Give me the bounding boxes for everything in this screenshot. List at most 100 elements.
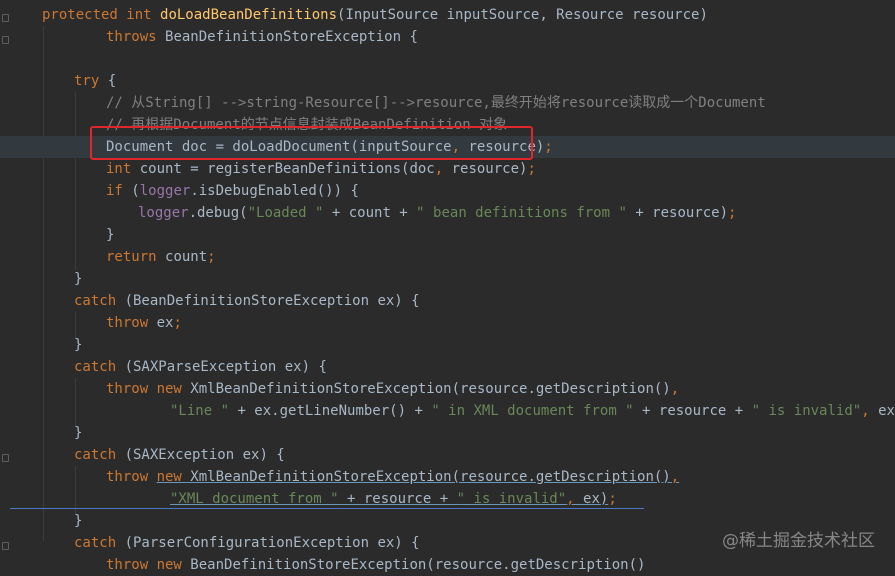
code-token: XmlBeanDefinitionStoreException(resource… (190, 381, 671, 397)
code-token: count (165, 249, 208, 265)
code-token: ; (544, 139, 553, 155)
code-token: catch (74, 359, 125, 375)
code-token: BeanDefinitionStoreException(resource.ge… (190, 557, 646, 573)
code-token: } (74, 513, 83, 529)
code-token: "Line " (170, 403, 230, 419)
code-text: // 从String[] -->string-Resource[]-->reso… (106, 92, 766, 114)
code-line[interactable] (0, 48, 895, 70)
code-token: " is invalid" (456, 491, 567, 507)
code-text: return count; (106, 246, 216, 268)
code-token: catch (74, 535, 125, 551)
code-token: .debug( (188, 205, 248, 221)
code-token: .isDebugEnabled()) { (190, 183, 359, 199)
code-token: logger (139, 183, 191, 199)
code-token: ex (156, 315, 174, 331)
code-line[interactable]: } (0, 224, 895, 246)
code-token: (InputSource inputSource, Resource resou… (337, 7, 708, 23)
code-token: catch (74, 293, 125, 309)
fold-icon[interactable] (2, 14, 9, 22)
code-line[interactable]: throws BeanDefinitionStoreException { (0, 26, 895, 48)
highlight-box (90, 126, 533, 160)
code-line[interactable]: } (0, 422, 895, 444)
code-token: } (74, 425, 83, 441)
fold-icon[interactable] (2, 542, 9, 550)
code-token: "Loaded " (247, 205, 324, 221)
code-token: , (670, 381, 680, 397)
code-token: , (670, 469, 680, 485)
code-token: + count + (323, 205, 417, 221)
code-line[interactable]: catch (BeanDefinitionStoreException ex) … (0, 290, 895, 312)
code-token: count = registerBeanDefinitions(doc (139, 161, 435, 177)
code-token: ; (173, 315, 182, 331)
code-token: BeanDefinitionStoreException { (165, 29, 418, 45)
code-token: ; (728, 205, 737, 221)
code-token: " is invalid" (751, 403, 862, 419)
code-token: (BeanDefinitionStoreException ex) { (124, 293, 420, 309)
code-token: ; (207, 249, 216, 265)
code-token: + resource + (633, 403, 752, 419)
code-text: throws BeanDefinitionStoreException { (106, 26, 418, 48)
code-line[interactable]: logger.debug("Loaded " + count + " bean … (0, 202, 895, 224)
code-token: + resource) (626, 205, 729, 221)
code-token: return (106, 249, 166, 265)
code-text: throw new BeanDefinitionStoreException(r… (106, 554, 645, 576)
code-text: } (106, 224, 114, 246)
code-line[interactable]: } (0, 334, 895, 356)
code-token: "XML document from " (170, 491, 339, 507)
code-line[interactable]: throw ex; (0, 312, 895, 334)
code-text: "Line " + ex.getLineNumber() + " in XML … (170, 400, 895, 422)
code-line[interactable]: protected int doLoadBeanDefinitions(Inpu… (0, 4, 895, 26)
code-token: catch (74, 447, 125, 463)
code-line[interactable]: // 从String[] -->string-Resource[]-->reso… (0, 92, 895, 114)
code-token: resource) (451, 161, 528, 177)
code-text: throw new XmlBeanDefinitionStoreExceptio… (106, 466, 679, 488)
code-token: , (861, 403, 879, 419)
code-text: logger.debug("Loaded " + count + " bean … (138, 202, 736, 224)
code-token: throws (106, 29, 166, 45)
code-token: protected int (42, 7, 161, 23)
code-text: catch (SAXParseException ex) { (74, 356, 327, 378)
code-token: throw new (106, 381, 191, 397)
code-token: XmlBeanDefinitionStoreException(resource… (190, 469, 671, 485)
code-line[interactable]: throw new XmlBeanDefinitionStoreExceptio… (0, 378, 895, 400)
code-text: catch (BeanDefinitionStoreException ex) … (74, 290, 420, 312)
selection-underline (10, 508, 644, 509)
code-token: } (106, 227, 115, 243)
code-line[interactable]: "XML document from " + resource + " is i… (0, 488, 895, 510)
code-text: } (74, 268, 82, 290)
code-token: ; (527, 161, 536, 177)
watermark: @稀土掘金技术社区 (722, 531, 875, 551)
code-token: throw (106, 315, 157, 331)
code-token: , (566, 491, 584, 507)
code-line[interactable]: int count = registerBeanDefinitions(doc,… (0, 158, 895, 180)
code-token: throw new (106, 557, 191, 573)
code-line[interactable]: throw new XmlBeanDefinitionStoreExceptio… (0, 466, 895, 488)
code-token: logger (138, 205, 189, 221)
code-line[interactable]: try { (0, 70, 895, 92)
code-text: catch (ParserConfigurationException ex) … (74, 532, 420, 554)
code-token: } (74, 337, 83, 353)
code-text: catch (SAXException ex) { (74, 444, 285, 466)
code-token: + resource + (338, 491, 457, 507)
code-token: } (74, 271, 83, 287)
code-text: } (74, 334, 82, 356)
code-text: if (logger.isDebugEnabled()) { (106, 180, 359, 202)
fold-icon[interactable] (2, 454, 9, 462)
code-text: } (74, 510, 82, 532)
code-token: , (434, 161, 452, 177)
code-line[interactable]: "Line " + ex.getLineNumber() + " in XML … (0, 400, 895, 422)
code-token: ; (608, 491, 617, 507)
code-line[interactable]: catch (SAXException ex) { (0, 444, 895, 466)
code-line[interactable]: return count; (0, 246, 895, 268)
code-line[interactable]: catch (SAXParseException ex) { (0, 356, 895, 378)
code-text: throw new XmlBeanDefinitionStoreExceptio… (106, 378, 679, 400)
code-token: ex) (878, 403, 895, 419)
code-line[interactable]: throw new BeanDefinitionStoreException(r… (0, 554, 895, 576)
code-line[interactable]: if (logger.isDebugEnabled()) { (0, 180, 895, 202)
code-token: ( (131, 183, 140, 199)
code-text: } (74, 422, 82, 444)
code-token: new (156, 469, 191, 485)
code-line[interactable]: } (0, 268, 895, 290)
code-token: doLoadBeanDefinitions (160, 7, 338, 23)
fold-icon[interactable] (2, 36, 9, 44)
